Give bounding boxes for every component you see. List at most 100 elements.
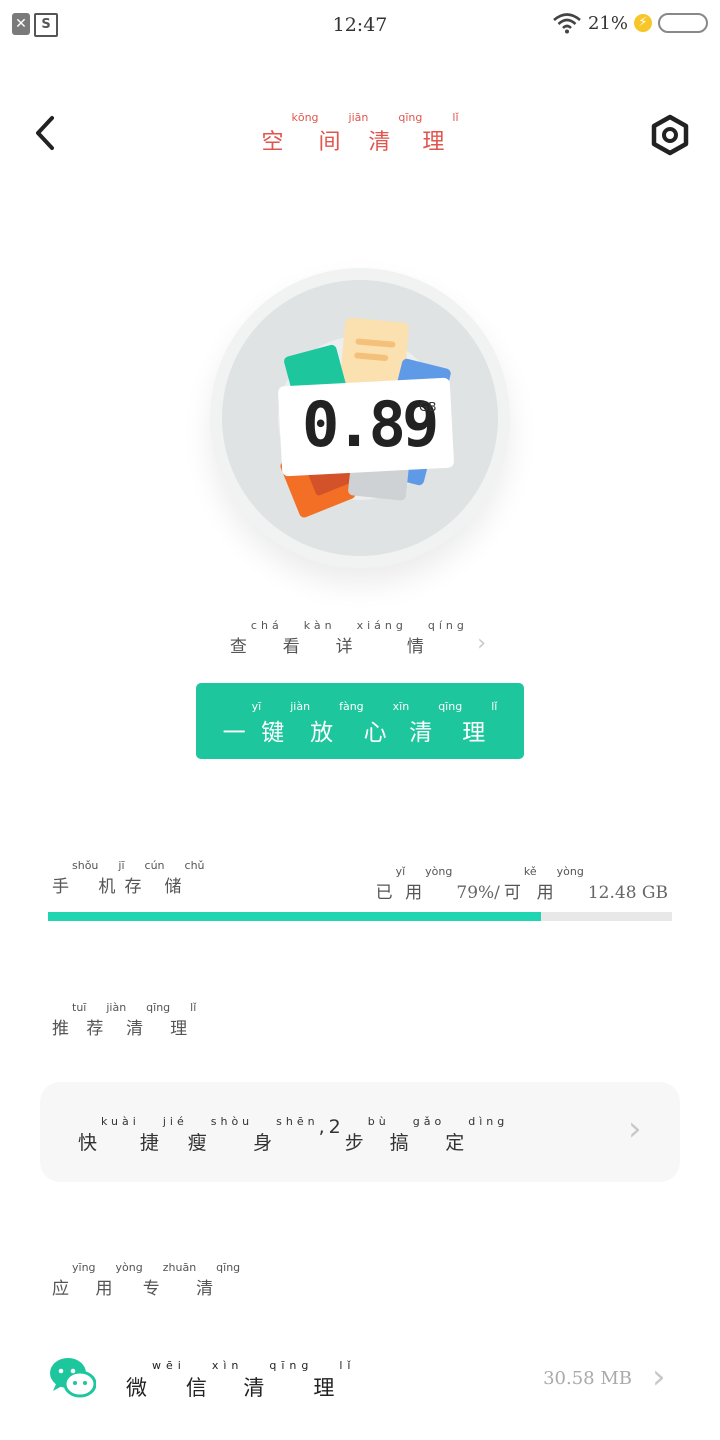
hanzi: 荐 [86, 1019, 107, 1039]
ruby-char: 理 lǐ [422, 112, 458, 156]
ruby-char: 身 shēn [253, 1116, 318, 1155]
hanzi: 步 [344, 1132, 368, 1154]
pinyin: qīng [398, 111, 423, 124]
pinyin: wēi [152, 1359, 186, 1372]
view-details-text: 查 chá 看 kàn 详 xiáng 情 qíng [230, 620, 468, 657]
ruby-char: 存 cún [125, 860, 165, 897]
ruby-char: 清 qīng [243, 1360, 313, 1402]
pinyin: gǎo [412, 1115, 446, 1128]
pinyin: shǒu [72, 859, 99, 872]
wifi-icon [553, 13, 581, 34]
pinyin: qíng [427, 619, 468, 632]
hanzi: 机 [98, 877, 119, 897]
ruby-char: 清 qīng [409, 701, 462, 747]
ruby-char: 间 jiān [319, 112, 369, 156]
recommend-label: 推tuī 荐jiàn 清qīng 理lǐ [52, 1002, 196, 1039]
hanzi: 用 [536, 883, 557, 903]
pinyin: shēn [276, 1115, 319, 1128]
hanzi: 一 [222, 720, 252, 746]
pinyin: tuī [72, 1001, 87, 1014]
hanzi: 定 [445, 1132, 469, 1154]
pinyin: qīng [216, 1261, 241, 1274]
hanzi: 瘦 [187, 1132, 211, 1154]
ruby-char: 键 jiàn [261, 701, 310, 747]
pinyin: kàn [303, 619, 336, 632]
ruby-char: 定 dìng [445, 1116, 508, 1155]
pinyin: dìng [468, 1115, 509, 1128]
hanzi: 2 [328, 1116, 345, 1138]
ruby-char: 搞 gǎo [390, 1116, 445, 1155]
pinyin: yīng [72, 1261, 96, 1274]
hanzi: 用 [95, 1279, 116, 1299]
app-clean-label: 应yīng 用yòng 专zhuān 清qīng [52, 1262, 240, 1299]
pinyin: cún [144, 859, 165, 872]
used-label: 已 yǐ 用 yòng [376, 866, 453, 903]
ruby-char: 专 zhuān [143, 1262, 196, 1299]
ruby-char: 理 lǐ [170, 1002, 196, 1039]
settings-hex-icon[interactable] [650, 114, 690, 156]
ruby-char: 推tuī [52, 1002, 86, 1039]
hanzi: 储 [164, 877, 185, 897]
junk-size-value: 0.89 [302, 388, 439, 461]
pinyin: kōng [291, 111, 319, 124]
pinyin: yī [251, 700, 262, 713]
storage-progress-bar [48, 912, 672, 921]
ruby-char: 步 bù [345, 1116, 390, 1155]
ruby-char: 用 yòng [537, 866, 584, 903]
hanzi: 理 [422, 130, 453, 155]
ruby-char: 空 kōng [261, 112, 318, 156]
ruby-char: 应yīng [52, 1262, 96, 1299]
hanzi: 身 [253, 1132, 277, 1154]
page-title: 空 kōng 间 jiān 清 qīng 理 lǐ [0, 112, 720, 156]
hanzi: 快 [78, 1132, 102, 1154]
hanzi: 查 [229, 637, 251, 657]
pinyin: yǐ [395, 865, 406, 878]
wechat-icon [50, 1358, 96, 1398]
hanzi: 信 [185, 1376, 212, 1400]
wechat-clean-size: 30.58 MB [543, 1368, 632, 1389]
ruby-char: 用 yòng [405, 866, 452, 903]
pinyin: qīng [146, 1001, 171, 1014]
one-key-clean-button[interactable]: 一 yī 键 jiàn 放 fàng 心 xīn 清 qīng 理 lǐ [196, 683, 524, 759]
ruby-char: 储 chǔ [165, 860, 205, 897]
pinyin: yòng [425, 865, 453, 878]
battery-icon [658, 13, 708, 33]
hanzi: 清 [409, 720, 439, 746]
quick-slim-label: 快 kuài 捷 jié 瘦 shòu 身 shēn, 2 步 bù 搞 gǎo 定 dìng [78, 1116, 508, 1155]
hanzi: 心 [363, 720, 393, 746]
pinyin: jié [162, 1115, 188, 1128]
view-details-link[interactable]: 查 chá 看 kàn 详 xiáng 情 qíng › [0, 620, 720, 657]
storage-label-text: 手shǒu 机jī 存 cún 储 chǔ [52, 860, 205, 897]
hanzi: 微 [126, 1376, 152, 1400]
used-percent: 79%/ [456, 883, 500, 903]
pinyin: kě [523, 865, 537, 878]
storage-progress-fill [48, 912, 541, 921]
ruby-char: 理 lǐ [462, 701, 497, 747]
ruby-char: 捷 jié [140, 1116, 188, 1155]
pinyin: kuài [101, 1115, 140, 1128]
hanzi: 搞 [389, 1132, 413, 1154]
ruby-char: 用 yòng [96, 1262, 143, 1299]
hanzi: 放 [310, 720, 340, 746]
pinyin: jiàn [290, 700, 311, 713]
available-size: 12.48 GB [587, 883, 668, 903]
hanzi: 键 [261, 720, 291, 746]
pinyin: yòng [115, 1261, 143, 1274]
ruby-char: 可 kě [504, 866, 537, 903]
ruby-char: 看 kàn [283, 620, 336, 657]
ruby-char: 手shǒu [52, 860, 98, 897]
chevron-right-icon: › [628, 1109, 642, 1149]
pinyin: lǐ [339, 1359, 356, 1372]
hanzi: 情 [406, 637, 428, 657]
charging-bolt-icon: ⚡ [634, 14, 652, 32]
pinyin: shòu [210, 1115, 254, 1128]
ruby-char: 信 xìn [186, 1360, 244, 1402]
quick-slim-text: 快 kuài 捷 jié 瘦 shòu 身 shēn, 2 步 bù 搞 gǎo 定 dìng [78, 1116, 508, 1155]
page-title-text: 空 kōng 间 jiān 清 qīng 理 lǐ [261, 112, 458, 156]
chevron-right-icon: › [477, 631, 491, 656]
ruby-char: 快 kuài [78, 1116, 140, 1155]
ruby-char: 情 qíng [407, 620, 468, 657]
ruby-char: 清 qīng [126, 1002, 170, 1039]
hanzi: 已 [375, 883, 396, 903]
pinyin: xiáng [356, 619, 407, 632]
